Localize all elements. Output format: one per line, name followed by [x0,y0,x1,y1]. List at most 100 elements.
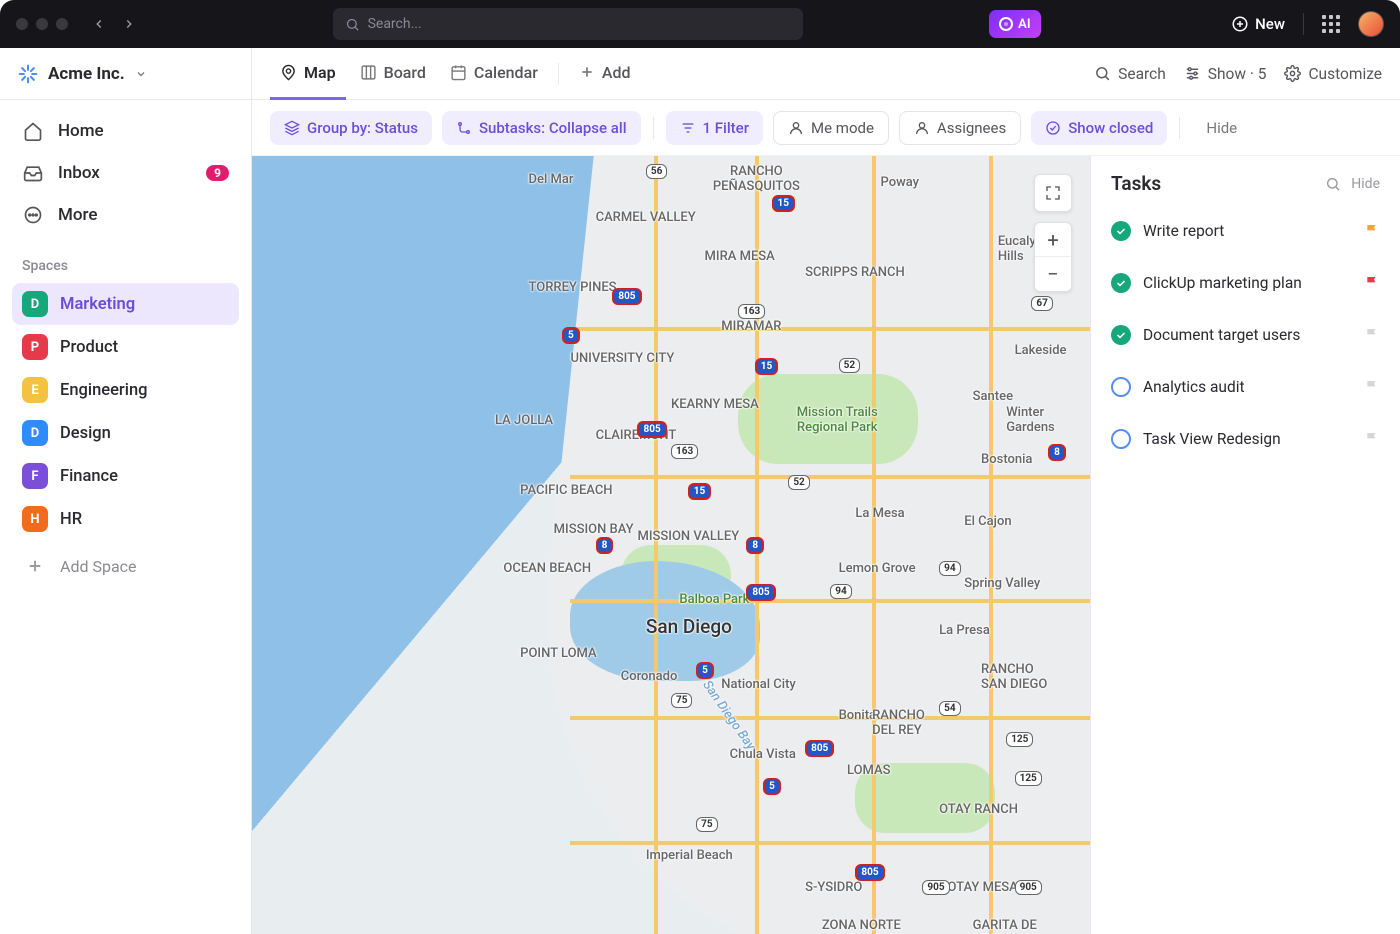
map-fullscreen[interactable] [1034,174,1072,212]
space-label: Finance [60,467,118,486]
tab-board[interactable]: Board [350,48,436,100]
search-placeholder: Search... [368,16,422,32]
inbox-icon [22,162,44,184]
add-space-button[interactable]: Add Space [12,545,239,587]
me-mode-pill[interactable]: Me mode [773,111,889,145]
task-row[interactable]: Write report [1091,205,1400,257]
home-icon [22,120,44,142]
person-icon [788,120,804,136]
space-label: Engineering [60,381,148,400]
sidebar-space-hr[interactable]: HHR [12,498,239,540]
flag-icon[interactable] [1364,379,1380,395]
plus-icon [22,553,48,579]
space-label: Marketing [60,295,135,314]
space-badge: P [22,334,48,360]
workspace-switcher[interactable]: Acme Inc. [0,48,251,100]
add-view-button[interactable]: Add [569,48,641,100]
global-search[interactable]: Search... [333,8,803,40]
spaces-label: Spaces [0,242,251,282]
sidebar-space-design[interactable]: D Design [12,412,239,454]
subtask-icon [456,120,472,136]
tasks-title: Tasks [1111,172,1161,195]
more-icon [22,204,44,226]
window-controls[interactable] [16,18,68,30]
space-label: Product [60,338,118,357]
chevron-down-icon [135,68,147,80]
filter-pill[interactable]: 1 Filter [666,111,764,145]
sidebar-item-more[interactable]: More [12,194,239,236]
flag-icon[interactable] [1364,275,1380,291]
filter-icon [680,120,696,136]
sidebar-space-engineering[interactable]: EEngineering [12,369,239,411]
hide-filters[interactable]: Hide [1206,119,1237,137]
task-row[interactable]: Document target users [1091,309,1400,361]
gear-icon [1284,65,1301,82]
workspace-logo-icon [18,64,38,84]
person-icon [914,120,930,136]
flag-icon[interactable] [1364,327,1380,343]
subtasks-pill[interactable]: Subtasks: Collapse all [442,111,641,145]
space-badge: H [22,506,48,532]
plus-circle-icon [1231,15,1249,33]
sliders-icon [1184,65,1201,82]
task-status-open[interactable] [1111,377,1131,397]
layers-icon [284,120,300,136]
task-title: Write report [1143,222,1352,240]
space-badge: D [22,291,48,317]
task-row[interactable]: Task View Redesign [1091,413,1400,465]
ai-button[interactable]: AI [989,10,1040,38]
task-row[interactable]: ClickUp marketing plan [1091,257,1400,309]
task-title: ClickUp marketing plan [1143,274,1352,292]
titlebar: Search... AI New [0,0,1400,48]
nav-forward[interactable] [116,11,142,37]
view-search[interactable]: Search [1094,65,1166,83]
sidebar-space-finance[interactable]: F Finance [12,455,239,497]
tasks-panel: Tasks Hide Write report ClickUp marketing… [1090,156,1400,934]
search-icon [345,17,360,32]
group-by-pill[interactable]: Group by: Status [270,111,432,145]
customize-button[interactable]: Customize [1284,65,1382,83]
space-badge: D [22,420,48,446]
map-zoom-out[interactable]: − [1035,257,1071,291]
space-badge: F [22,463,48,489]
user-avatar[interactable] [1358,11,1384,37]
flag-icon[interactable] [1364,431,1380,447]
calendar-icon [450,64,467,81]
task-title: Analytics audit [1143,378,1352,396]
fullscreen-icon [1045,185,1061,201]
task-row[interactable]: Analytics audit [1091,361,1400,413]
sidebar-item-home[interactable]: Home [12,110,239,152]
tab-calendar[interactable]: Calendar [440,48,548,100]
plus-icon [579,64,595,80]
task-status-done[interactable] [1111,221,1131,241]
task-status-done[interactable] [1111,325,1131,345]
search-icon [1094,65,1111,82]
board-icon [360,64,377,81]
view-tabs: Map Board Calendar Add [252,48,1400,100]
show-closed-pill[interactable]: Show closed [1031,111,1167,145]
tasks-hide[interactable]: Hide [1351,176,1380,192]
show-button[interactable]: Show · 5 [1184,65,1267,83]
task-status-open[interactable] [1111,429,1131,449]
flag-icon[interactable] [1364,223,1380,239]
task-status-done[interactable] [1111,273,1131,293]
ai-icon [999,17,1013,31]
inbox-badge: 9 [206,165,229,181]
new-button[interactable]: New [1231,15,1285,33]
space-label: Design [60,424,111,443]
task-title: Document target users [1143,326,1352,344]
tab-map[interactable]: Map [270,48,346,100]
assignees-pill[interactable]: Assignees [899,111,1021,145]
task-title: Task View Redesign [1143,430,1352,448]
sidebar-space-marketing[interactable]: D Marketing [12,283,239,325]
map-canvas[interactable]: Del Mar Poway RANCHO PEÑASQUITOS CARMEL … [252,156,1090,934]
check-circle-icon [1045,120,1061,136]
sidebar-space-product[interactable]: P Product [12,326,239,368]
pin-icon [280,64,297,81]
map-zoom-in[interactable]: + [1035,223,1071,257]
sidebar-item-inbox[interactable]: Inbox 9 [12,152,239,194]
nav-back[interactable] [86,11,112,37]
search-icon[interactable] [1325,176,1341,192]
apps-menu[interactable] [1322,15,1340,33]
filter-bar: Group by: Status Subtasks: Collapse all … [252,100,1400,156]
